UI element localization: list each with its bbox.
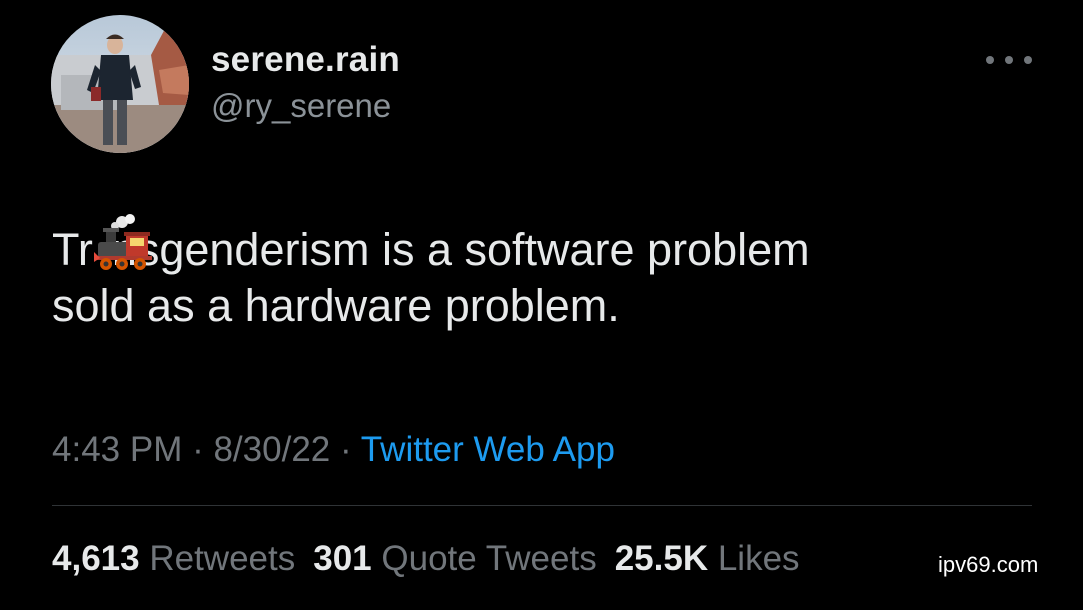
tweet-text-line-1: Tr nsgenderism is a software problem: [52, 222, 1042, 278]
retweets-label: Retweets: [149, 539, 296, 578]
engagement-stats: 4,613 Retweets 301 Quote Tweets 25.5K Li…: [52, 536, 818, 582]
quote-tweets-stat[interactable]: 301 Quote Tweets: [313, 536, 596, 582]
tweet-container: serene.rain @ry_serene Tr nsgenderism is …: [0, 0, 1083, 610]
tweet-text-fragment: Tr: [52, 224, 93, 275]
steam-locomotive-emoji: [94, 214, 152, 270]
display-name[interactable]: serene.rain: [211, 38, 400, 82]
watermark: ipv69.com: [938, 552, 1039, 577]
tweet-text: Tr nsgenderism is a software problem sold…: [52, 222, 1042, 334]
likes-count: 25.5K: [614, 539, 709, 578]
meta-separator: ·: [330, 430, 361, 469]
tweet-source-link[interactable]: Twitter Web App: [361, 430, 615, 469]
tweet-text-line-2: sold as a hardware problem.: [52, 280, 620, 331]
avatar[interactable]: [51, 15, 189, 153]
more-dot: [1024, 56, 1032, 64]
avatar-photo: [51, 15, 189, 153]
more-dot: [986, 56, 994, 64]
more-horizontal-icon[interactable]: [986, 50, 1032, 70]
user-handle[interactable]: @ry_serene: [211, 84, 400, 128]
likes-label: Likes: [717, 539, 800, 578]
divider: [52, 505, 1032, 506]
more-dot: [1005, 56, 1013, 64]
tweet-date[interactable]: 8/30/22: [213, 430, 330, 469]
tweet-time[interactable]: 4:43 PM: [52, 430, 182, 469]
tweet-meta: 4:43 PM · 8/30/22 · Twitter Web App: [52, 428, 615, 472]
retweets-stat[interactable]: 4,613 Retweets: [52, 536, 295, 582]
meta-separator: ·: [182, 430, 214, 469]
quote-tweets-count: 301: [313, 539, 372, 578]
quote-tweets-label: Quote Tweets: [381, 539, 597, 578]
author-block: serene.rain @ry_serene: [211, 38, 400, 128]
likes-stat[interactable]: 25.5K Likes: [615, 536, 800, 582]
tweet-text-fragment: nsgenderism is a software problem: [111, 224, 810, 275]
retweets-count: 4,613: [52, 539, 140, 578]
